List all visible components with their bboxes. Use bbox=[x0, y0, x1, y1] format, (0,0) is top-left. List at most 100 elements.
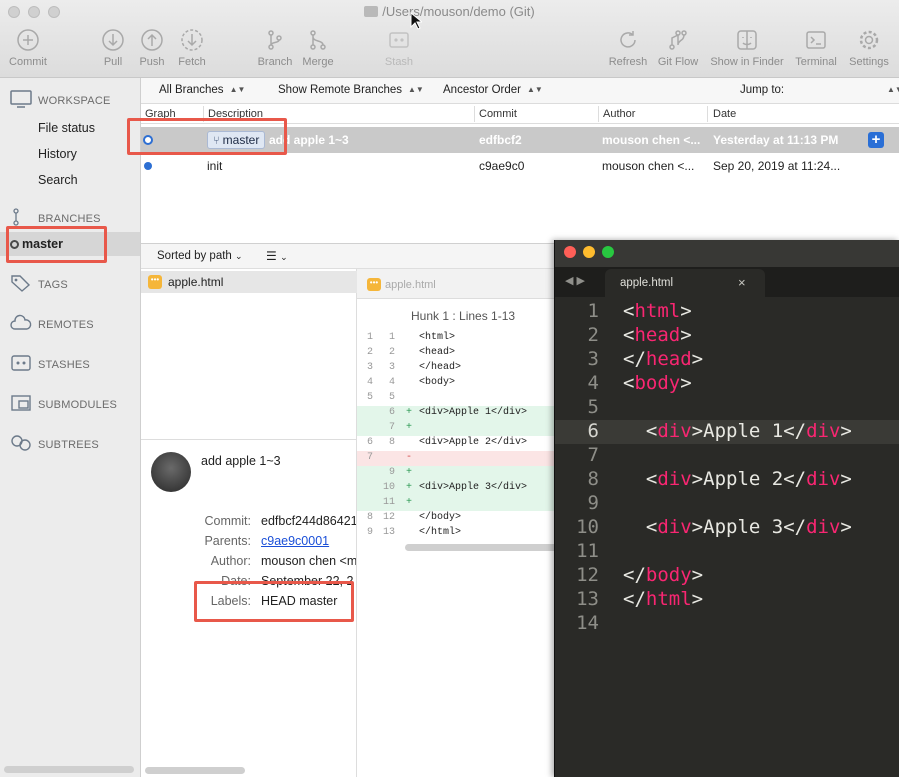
code-text: <div>Apple 3</div> bbox=[623, 516, 852, 538]
diff-line: 2 2 <head> bbox=[357, 346, 557, 361]
diff-line: 9 + bbox=[357, 466, 557, 481]
jump-to-chevron[interactable]: ▲▼ bbox=[881, 84, 899, 96]
commit-author: mouson chen <... bbox=[602, 159, 695, 173]
new-line-number: 3 bbox=[388, 362, 395, 373]
commit-full-hash: edfbcf244d86421 bbox=[261, 514, 357, 528]
old-line-number: 3 bbox=[366, 362, 373, 373]
tag-name: div bbox=[806, 420, 841, 442]
new-line-number: 6 bbox=[388, 407, 395, 418]
tab-nav-arrows-icon[interactable]: ◀ ▶ bbox=[565, 274, 585, 287]
sidebar-item-search[interactable]: Search bbox=[38, 173, 78, 187]
sidebar-scrollbar[interactable] bbox=[4, 766, 134, 773]
tag-name: div bbox=[806, 516, 841, 538]
zoom-window-button[interactable] bbox=[602, 246, 614, 258]
stash-button[interactable]: Stash bbox=[369, 28, 429, 68]
old-line-number: 2 bbox=[366, 347, 373, 358]
sourcetree-app: /Users/mouson/demo (Git) Commit Pull Pus… bbox=[0, 0, 899, 777]
line-number: 10 bbox=[576, 516, 599, 538]
commit-description: add apple 1~3 bbox=[269, 133, 349, 147]
diff-line: 7- bbox=[357, 451, 557, 466]
diff-scrollbar[interactable] bbox=[405, 544, 557, 551]
fetch-button[interactable]: Fetch bbox=[162, 28, 222, 68]
table-row[interactable]: init c9ae9c0 mouson chen <... Sep 20, 20… bbox=[141, 153, 899, 179]
minimize-window-button[interactable] bbox=[583, 246, 595, 258]
close-tab-icon[interactable]: × bbox=[738, 275, 746, 290]
line-number: 12 bbox=[576, 564, 599, 586]
arrow-up-circle-icon bbox=[140, 28, 164, 52]
commit-date: Yesterday at 11:13 PM bbox=[713, 133, 839, 147]
line-number: 2 bbox=[587, 324, 599, 346]
sort-select[interactable]: Sorted by path ⌄ bbox=[157, 250, 243, 262]
old-line-number: 4 bbox=[366, 377, 373, 388]
list-item[interactable]: ••• apple.html bbox=[141, 271, 357, 293]
code-line: 4 <body> bbox=[555, 372, 899, 396]
tag-name: body bbox=[634, 372, 681, 394]
gear-icon bbox=[857, 28, 881, 52]
details-scrollbar[interactable] bbox=[145, 767, 245, 774]
merge-button[interactable]: Merge bbox=[288, 28, 348, 68]
branches-label: BRANCHES bbox=[38, 213, 101, 225]
finder-icon bbox=[735, 28, 759, 52]
code-text: <head> bbox=[623, 324, 692, 346]
code-line: 6 <div>Apple 1</div> bbox=[555, 420, 899, 444]
view-mode-select[interactable]: ☰ ⌄ bbox=[266, 249, 288, 263]
new-line-number: 13 bbox=[382, 527, 395, 538]
sidebar-workspace-header[interactable]: WORKSPACE bbox=[10, 90, 111, 108]
commit-label: Commit bbox=[9, 56, 47, 68]
order-value: Ancestor Order bbox=[443, 84, 521, 96]
show-in-finder-button[interactable]: Show in Finder bbox=[704, 28, 790, 68]
code-line: 9 bbox=[555, 492, 899, 516]
branches-filter-select[interactable]: All Branches ▲▼ bbox=[159, 84, 245, 96]
old-line-number: 1 bbox=[366, 332, 373, 343]
parent-commit-link[interactable]: c9ae9c0001 bbox=[261, 534, 329, 548]
commit-column-header[interactable]: Commit bbox=[479, 108, 517, 120]
parents-label: Parents: bbox=[204, 534, 251, 548]
git-flow-button[interactable]: Git Flow bbox=[648, 28, 708, 68]
sidebar-item-file-status[interactable]: File status bbox=[38, 121, 95, 135]
commit-date: Sep 20, 2019 at 11:24... bbox=[713, 159, 841, 173]
close-window-button[interactable] bbox=[564, 246, 576, 258]
sidebar-subtrees-header[interactable]: SUBTREES bbox=[10, 434, 99, 452]
sidebar-tags-header[interactable]: TAGS bbox=[10, 274, 68, 292]
sidebar-remotes-header[interactable]: REMOTES bbox=[10, 314, 94, 332]
chevron-down-icon: ⌄ bbox=[280, 252, 288, 262]
jump-to-select[interactable]: Jump to: bbox=[740, 84, 784, 96]
add-button[interactable]: + bbox=[868, 132, 884, 148]
sidebar-item-history[interactable]: History bbox=[38, 147, 77, 161]
commit-description: init bbox=[207, 159, 223, 173]
chevron-down-icon: ⌄ bbox=[235, 251, 243, 261]
diff-sign: + bbox=[406, 467, 413, 478]
tag-content: Apple 1 bbox=[703, 420, 784, 442]
sidebar-stashes-header[interactable]: STASHES bbox=[10, 354, 90, 372]
line-number: 11 bbox=[576, 540, 599, 562]
new-line-number: 2 bbox=[388, 347, 395, 358]
sidebar-submodules-header[interactable]: SUBMODULES bbox=[10, 394, 117, 412]
tab-apple-html[interactable]: apple.html × bbox=[605, 269, 765, 297]
line-number: 7 bbox=[587, 444, 599, 466]
commit-button[interactable]: Commit bbox=[0, 28, 58, 68]
git-flow-icon bbox=[666, 28, 690, 52]
column-divider bbox=[474, 106, 475, 122]
submodule-icon bbox=[11, 395, 31, 411]
fetch-label: Fetch bbox=[178, 56, 206, 68]
date-column-header[interactable]: Date bbox=[713, 108, 736, 120]
order-select[interactable]: Ancestor Order ▲▼ bbox=[443, 84, 543, 96]
terminal-button[interactable]: Terminal bbox=[786, 28, 846, 68]
stashes-label: STASHES bbox=[38, 359, 90, 371]
updown-chevron-icon: ▲▼ bbox=[408, 85, 424, 94]
sidebar-branches-header[interactable]: BRANCHES bbox=[10, 208, 101, 226]
refresh-icon bbox=[616, 28, 640, 52]
code-text: <div>Apple 1</div> bbox=[623, 420, 852, 442]
author-column-header[interactable]: Author bbox=[603, 108, 635, 120]
new-line-number: 1 bbox=[388, 332, 395, 343]
terminal-label: Terminal bbox=[795, 56, 837, 68]
new-line-number: 12 bbox=[382, 512, 395, 523]
editor-tab-bar: ◀ ▶ apple.html × bbox=[555, 267, 899, 297]
folder-icon bbox=[364, 6, 379, 17]
branch-icon bbox=[13, 208, 19, 226]
remote-branches-select[interactable]: Show Remote Branches ▲▼ bbox=[278, 84, 424, 96]
mouse-cursor-icon bbox=[410, 12, 422, 30]
remote-branches-value: Show Remote Branches bbox=[278, 84, 403, 96]
settings-button[interactable]: Settings bbox=[839, 28, 899, 68]
